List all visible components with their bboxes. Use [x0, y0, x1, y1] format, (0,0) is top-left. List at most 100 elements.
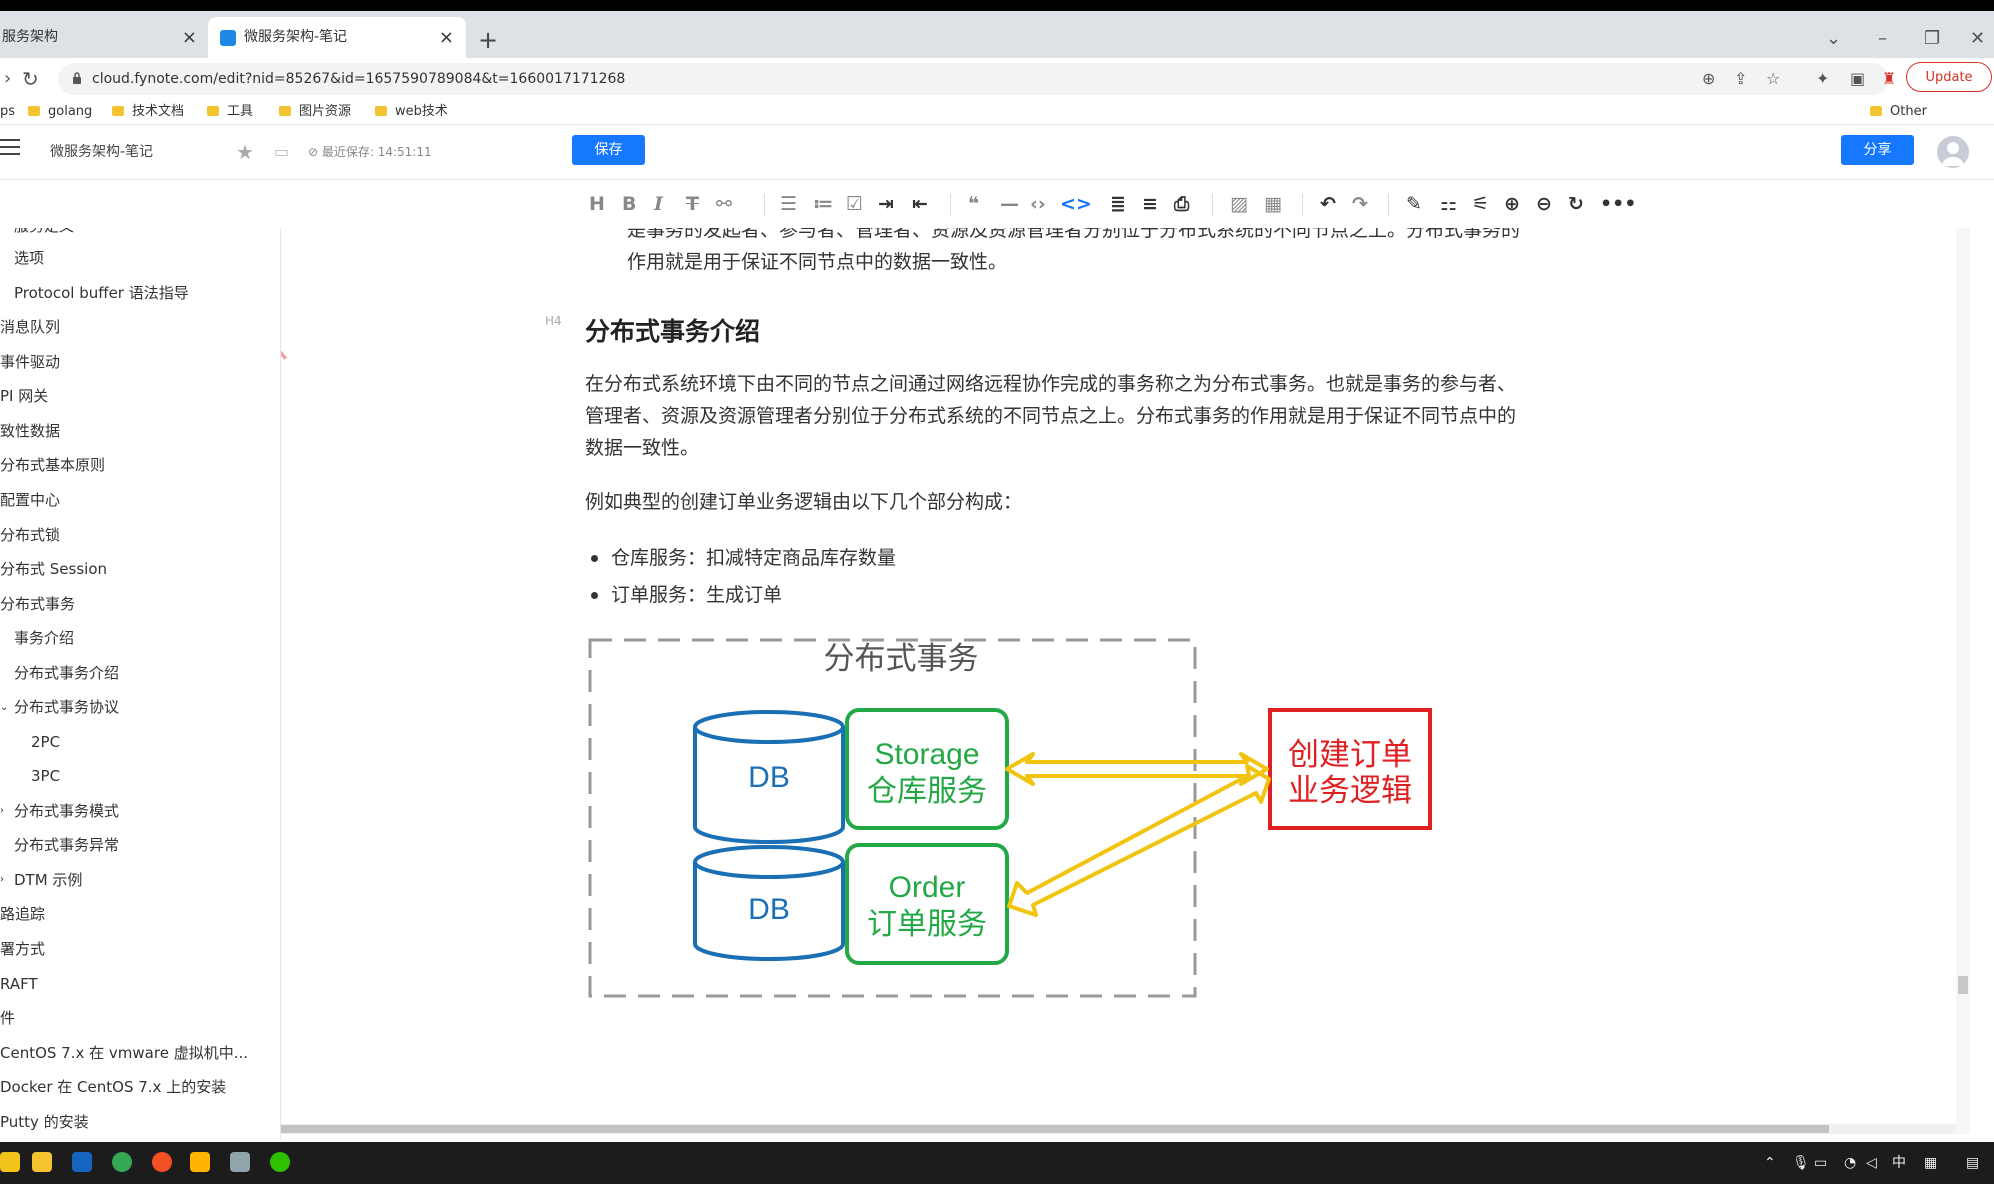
- minimize-icon[interactable]: –: [1878, 24, 1887, 54]
- sidebar-item[interactable]: RAFT: [0, 974, 38, 994]
- chrome-icon[interactable]: [112, 1152, 132, 1172]
- bold-icon[interactable]: B: [622, 180, 636, 228]
- collapse-caret-icon[interactable]: ⌄: [0, 702, 8, 713]
- table-icon[interactable]: ▦: [1264, 180, 1282, 228]
- notification-icon[interactable]: ▤: [1966, 1142, 1979, 1184]
- extensions-icon[interactable]: ✦: [1816, 63, 1829, 95]
- sidebar-item[interactable]: 分布式事务模式: [14, 801, 119, 821]
- outline-icon[interactable]: ⚏: [1440, 180, 1457, 228]
- bullet-list-icon[interactable]: ☰: [780, 180, 797, 228]
- vertical-scrollbar[interactable]: [1956, 228, 1970, 1134]
- sidebar-item[interactable]: 服务定义: [14, 228, 74, 236]
- bookmark-item[interactable]: 工具: [207, 102, 253, 122]
- sidebar-item[interactable]: PI 网关: [0, 386, 48, 406]
- microphone-icon[interactable]: 🎙: [1792, 1142, 1810, 1184]
- refresh-icon[interactable]: ↻: [1568, 180, 1584, 228]
- sidebar-item[interactable]: 件: [0, 1008, 15, 1028]
- network-tool-icon[interactable]: [230, 1152, 250, 1172]
- address-bar[interactable]: cloud.fynote.com/edit?nid=85267&id=16575…: [58, 63, 1888, 95]
- wifi-icon[interactable]: ◔: [1844, 1142, 1856, 1184]
- sidebar-item[interactable]: 分布式事务协议: [14, 697, 119, 717]
- tab-close-icon[interactable]: ×: [439, 17, 454, 58]
- powershell-icon[interactable]: [72, 1152, 92, 1172]
- horizontal-scrollbar[interactable]: [281, 1124, 1956, 1134]
- indent-icon[interactable]: ⇥: [878, 180, 894, 228]
- sidebar-item[interactable]: 路追踪: [0, 904, 45, 924]
- heading-icon[interactable]: H: [589, 180, 605, 228]
- reload-icon[interactable]: ↻: [22, 62, 39, 96]
- sidebar-item[interactable]: 署方式: [0, 939, 45, 959]
- share-button[interactable]: 分享: [1841, 135, 1914, 165]
- bookmark-item[interactable]: 图片资源: [279, 102, 351, 122]
- pen-icon[interactable]: ✎: [1406, 180, 1422, 228]
- checklist-icon[interactable]: ☑: [846, 180, 863, 228]
- sidebar-item[interactable]: 分布式 Session: [0, 559, 107, 579]
- expand-caret-icon[interactable]: ›: [0, 805, 4, 816]
- expand-caret-icon[interactable]: ›: [0, 874, 4, 885]
- sidebar-item[interactable]: 致性数据: [0, 421, 60, 441]
- sidebar-item[interactable]: CentOS 7.x 在 vmware 虚拟机中...: [0, 1043, 248, 1063]
- tab-close-icon[interactable]: ×: [182, 17, 197, 58]
- new-tab-icon[interactable]: +: [478, 24, 498, 56]
- battery-icon[interactable]: ▭: [1814, 1142, 1827, 1184]
- attachment-icon[interactable]: ⎙: [1174, 180, 1189, 228]
- favorite-star-icon[interactable]: ★: [236, 125, 254, 179]
- horizontal-rule-icon[interactable]: —: [1000, 180, 1019, 228]
- volume-icon[interactable]: ◁: [1866, 1142, 1877, 1184]
- quote-icon[interactable]: ❝: [968, 180, 979, 228]
- save-button[interactable]: 保存: [572, 135, 645, 165]
- sidebar-item[interactable]: 事务介绍: [14, 628, 74, 648]
- bookmark-item[interactable]: 技术文档: [112, 102, 184, 122]
- ordered-list-icon[interactable]: ≔: [813, 180, 833, 228]
- start-icon[interactable]: [0, 1152, 20, 1172]
- image-icon[interactable]: ▨: [1230, 180, 1248, 228]
- ime-indicator[interactable]: 中: [1892, 1142, 1906, 1184]
- redo-icon[interactable]: ↷: [1352, 180, 1368, 228]
- zoom-icon[interactable]: ⊕: [1702, 63, 1715, 95]
- avatar[interactable]: [1937, 136, 1969, 168]
- browser-tab[interactable]: 服务架构 ×: [0, 17, 205, 58]
- bookmark-star-icon[interactable]: ☆: [1766, 63, 1780, 95]
- tab-search-icon[interactable]: ⌄: [1826, 24, 1841, 54]
- bookmark-item[interactable]: golang: [28, 102, 92, 122]
- doc-title[interactable]: 微服务架构-笔记: [50, 125, 153, 179]
- text-format-icon[interactable]: ≣: [1110, 180, 1126, 228]
- sidebar-item[interactable]: Putty 的安装: [0, 1112, 89, 1132]
- outdent-icon[interactable]: ⇤: [912, 180, 928, 228]
- tray-chevron-icon[interactable]: ⌃: [1764, 1142, 1776, 1184]
- sidebar-item[interactable]: Protocol buffer 语法指导: [14, 283, 189, 303]
- git-icon[interactable]: [190, 1152, 210, 1172]
- move-folder-icon[interactable]: ▭: [274, 125, 289, 179]
- menu-icon[interactable]: [0, 139, 20, 159]
- app-icon[interactable]: [152, 1152, 172, 1172]
- sidebar-item[interactable]: 消息队列: [0, 317, 60, 337]
- strikethrough-icon[interactable]: T: [686, 180, 699, 228]
- share-page-icon[interactable]: ⇪: [1734, 63, 1747, 95]
- sidebar-item[interactable]: 分布式锁: [0, 525, 60, 545]
- editor-content[interactable]: 是事务的发起者、参与者、管理者、资源及资源管理者分别位于分布式系统的不同节点之上…: [281, 228, 1956, 1124]
- sidebar-item[interactable]: 分布式基本原则: [0, 455, 105, 475]
- bookmark-item[interactable]: web技术: [375, 102, 448, 122]
- italic-icon[interactable]: I: [654, 180, 663, 228]
- close-window-icon[interactable]: ✕: [1970, 24, 1985, 54]
- sidebar-item[interactable]: DTM 示例: [14, 870, 82, 890]
- wechat-icon[interactable]: [270, 1152, 290, 1172]
- more-icon[interactable]: •••: [1600, 180, 1636, 228]
- sidebar-item[interactable]: 分布式事务介绍: [14, 663, 119, 683]
- sidebar-item[interactable]: 分布式事务: [0, 594, 75, 614]
- link-icon[interactable]: ⚯: [716, 180, 732, 228]
- sidebar-item[interactable]: 3PC: [31, 766, 60, 786]
- sidepanel-icon[interactable]: ▣: [1850, 63, 1865, 95]
- sidebar-item[interactable]: 2PC: [31, 732, 60, 752]
- scroll-thumb[interactable]: [1958, 976, 1968, 994]
- sidebar-item[interactable]: 选项: [14, 248, 44, 268]
- restore-icon[interactable]: ❐: [1924, 24, 1940, 54]
- zoom-in-icon[interactable]: ⊕: [1504, 180, 1520, 228]
- bookmark-prefix[interactable]: ps: [0, 102, 15, 122]
- ime-grid-icon[interactable]: ▦: [1924, 1142, 1937, 1184]
- scroll-thumb[interactable]: [281, 1125, 1829, 1133]
- update-button[interactable]: Update: [1906, 62, 1992, 92]
- undo-icon[interactable]: ↶: [1320, 180, 1336, 228]
- back-icon[interactable]: ›: [4, 62, 11, 96]
- sidebar-item[interactable]: 分布式事务异常: [14, 835, 119, 855]
